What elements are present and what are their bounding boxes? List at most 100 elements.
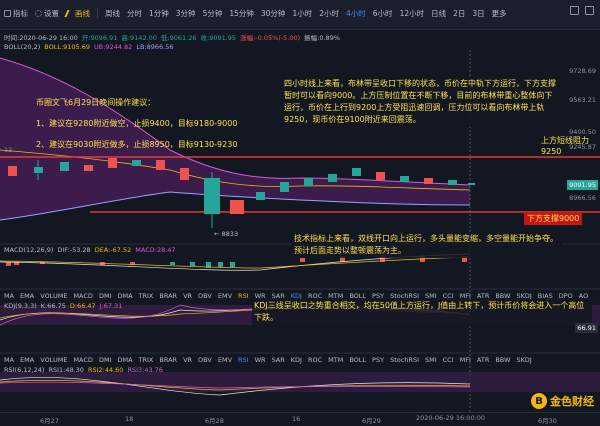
indicator-tab-emv[interactable]: EMV	[218, 356, 232, 364]
indicator-tab-smi[interactable]: SMI	[425, 356, 437, 364]
indicator-tab-trix[interactable]: TRIX	[139, 292, 154, 300]
candle	[256, 192, 265, 200]
time-tick: 6月30	[538, 417, 557, 425]
low-marker: ← 8833	[214, 230, 238, 238]
candle	[424, 178, 433, 184]
time-tick: 6月28	[205, 417, 224, 425]
indicator-tab-dma[interactable]: DMA	[117, 292, 132, 300]
kdj-axis-value: 66.91	[575, 323, 598, 333]
indicator-tab-volume[interactable]: VOLUME	[40, 356, 67, 364]
candle	[448, 180, 457, 185]
macd-bar	[6, 262, 11, 266]
rsi-2: RSI2:44.60	[87, 366, 124, 374]
indicator-tab-sar[interactable]: SAR	[272, 356, 285, 364]
candle	[156, 160, 165, 170]
candle	[468, 183, 475, 185]
price-tick: 9728.69	[569, 67, 596, 75]
indicator-tab-psy[interactable]: PSY	[372, 356, 384, 364]
indicator-tab-stochrsi[interactable]: StochRSI	[390, 356, 419, 364]
price-tick: 8966.56	[569, 194, 596, 202]
rsi-header: RSI(6,12,24) RSI1:48.30 RSI2:44.60 RSI3:…	[4, 366, 163, 374]
candle	[230, 200, 244, 214]
indicator-tab-cci[interactable]: CCI	[443, 356, 454, 364]
indicator-tab-macd[interactable]: MACD	[73, 356, 92, 364]
macd-dea: DEA:-67.52	[94, 246, 132, 254]
indicator-tab-obv[interactable]: OBV	[198, 356, 212, 364]
kdj-name[interactable]: KDJ(9,3,3)	[4, 302, 37, 310]
kdj-j: J:67.31	[99, 302, 123, 310]
indicator-tab-brar[interactable]: BRAR	[159, 292, 177, 300]
indicator-tab-brar[interactable]: BRAR	[159, 356, 177, 364]
watermark: B 金色财经	[531, 393, 594, 409]
rsi-band	[0, 372, 600, 392]
indicator-tab-ma[interactable]: MA	[4, 292, 14, 300]
candle	[280, 182, 289, 192]
cursor-time-label: 2020-06-29 16:00:00	[416, 414, 486, 422]
indicator-tab-mtm[interactable]: MTM	[328, 356, 343, 364]
candle	[108, 158, 117, 168]
macd-header: MACD(12,26,9) DIF:-53.28 DEA:-67.52 MACD…	[4, 246, 176, 254]
kdj-d: D:66.47	[69, 302, 96, 310]
indicator-tab-ema[interactable]: EMA	[20, 356, 34, 364]
indicator-tab-emv[interactable]: EMV	[218, 292, 232, 300]
time-tick: 16	[292, 415, 301, 423]
macd-name[interactable]: MACD(12,26,9)	[4, 246, 53, 254]
indicator-tab-ema[interactable]: EMA	[20, 292, 34, 300]
indicator-tab-skdj[interactable]: SKDJ	[516, 356, 531, 364]
indicator-tab-bbw[interactable]: BBW	[495, 356, 510, 364]
indicator-tab-vr[interactable]: VR	[183, 292, 192, 300]
indicator-tab-mfi[interactable]: MFI	[460, 356, 471, 364]
candle	[328, 174, 337, 182]
macd-bar	[230, 262, 235, 267]
indicator-tab-dma[interactable]: DMA	[117, 356, 132, 364]
candle	[34, 167, 43, 173]
candle	[400, 176, 409, 182]
candle	[8, 166, 17, 176]
watermark-text: 金色财经	[550, 395, 594, 408]
indicator-tabs-2: MA EMA VOLUME MACD DMI DMA TRIX BRAR VR OBV EMV RSI…	[4, 356, 532, 364]
macd-bar	[218, 262, 223, 267]
indicator-tab-volume[interactable]: VOLUME	[40, 292, 67, 300]
rsi-3: RSI3:43.76	[127, 366, 163, 374]
indicator-tab-vr[interactable]: VR	[183, 356, 192, 364]
indicator-tab-atr[interactable]: ATR	[477, 356, 489, 364]
indicator-tab-rsi[interactable]: RSI	[238, 292, 249, 300]
indicator-tab-rsi[interactable]: RSI	[238, 356, 249, 364]
indicator-tab-wr[interactable]: WR	[255, 356, 266, 364]
jinse-logo-icon: B	[531, 393, 547, 409]
candle	[60, 162, 69, 171]
kdj-header: KDJ(9,3,3) K:66.75 D:66.47 J:67.31	[4, 302, 122, 310]
macd-bar	[190, 262, 195, 266]
advice-block: 币圈文飞6月29日晚间操作建议： 1、建议在9280附近做空，止损9400，目标…	[36, 96, 268, 151]
time-tick: 6月29	[362, 417, 381, 425]
indicator-tab-obv[interactable]: OBV	[198, 292, 212, 300]
low-marker-value: 8833	[221, 230, 239, 238]
resistance-label: 上方短线阻力9250	[541, 136, 589, 156]
kdj-note: KDJ三线呈收口之势重合相交，均在50值上方运行，J值由上转下，预计币价将会进入…	[252, 299, 592, 325]
macd-value: MACD:28.47	[135, 246, 176, 254]
indicator-tab-trix[interactable]: TRIX	[139, 356, 154, 364]
advice-item-1: 1、建议在9280附近做空，止损9400，目标9180-9000	[36, 119, 238, 128]
price-tick: 9563.21	[569, 96, 596, 104]
macd-bar	[170, 262, 175, 265]
indicator-tab-ma[interactable]: MA	[4, 356, 14, 364]
indicator-tab-roc[interactable]: ROC	[308, 356, 322, 364]
candle	[132, 160, 141, 166]
candle	[204, 178, 220, 214]
candle	[376, 172, 385, 180]
time-axis[interactable]: 6月27 18 6月28 16 6月29 18 6月30	[0, 412, 600, 426]
advice-title: 币圈文飞6月29日晚间操作建议：	[36, 98, 156, 107]
indicator-tab-dmi[interactable]: DMI	[99, 292, 112, 300]
analysis-4h-note: 四小时线上来看，布林带呈收口下移的状态，币价在中轨下方运行，下方支撑暂时可以看向…	[282, 77, 558, 127]
rsi-1: RSI1:48.30	[48, 366, 84, 374]
candle	[180, 168, 189, 180]
macd-bar	[300, 258, 305, 262]
rsi-name[interactable]: RSI(6,12,24)	[4, 366, 44, 374]
indicator-tab-boll[interactable]: BOLL	[349, 356, 366, 364]
indicator-tab-macd[interactable]: MACD	[73, 292, 92, 300]
current-price-tag: 9091.95	[567, 180, 598, 190]
candle	[304, 178, 313, 186]
indicator-tab-kdj[interactable]: KDJ	[291, 356, 302, 364]
indicator-tab-dmi[interactable]: DMI	[99, 356, 112, 364]
kdj-k: K:66.75	[40, 302, 66, 310]
